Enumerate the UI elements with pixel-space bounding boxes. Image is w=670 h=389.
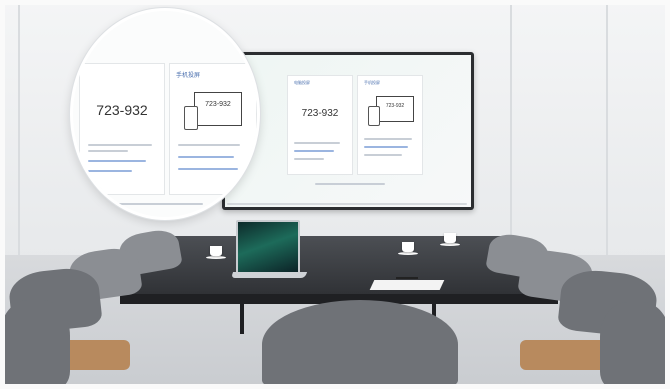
tv-phone-cast-card: 手机投屏 723-932	[357, 75, 423, 175]
chair-front	[262, 300, 458, 389]
phone-illustration	[368, 106, 380, 126]
tv-mini-display-illustration: 723-932	[376, 96, 414, 122]
wall-panel-seam	[18, 0, 20, 260]
notepad	[369, 280, 445, 290]
tv-pc-cast-code: 723-932	[301, 108, 339, 119]
display-bottom-bar	[227, 203, 467, 205]
zoom-pc-cast-card: 723-932	[79, 63, 165, 195]
chair	[600, 302, 670, 389]
coffee-cup	[402, 242, 414, 252]
zoom-mini-code: 723-932	[205, 101, 231, 108]
zoom-mini-display-illustration: 723-932	[194, 92, 242, 126]
zoom-pc-cast-code: 723-932	[96, 102, 148, 118]
wall-panel-seam	[510, 0, 512, 260]
wall-display: 电脑投屏 723-932 手机投屏 723-932	[222, 52, 474, 210]
tv-pc-cast-card: 电脑投屏 723-932	[287, 75, 353, 175]
display-screen: 电脑投屏 723-932 手机投屏 723-932	[225, 55, 471, 207]
laptop-screen	[236, 220, 300, 276]
chair	[0, 300, 70, 389]
meeting-room-photo: 电脑投屏 723-932 手机投屏 723-932 723-932 手机投屏 7…	[0, 0, 670, 389]
tv-phone-cast-title: 手机投屏	[364, 80, 380, 85]
coffee-cup	[210, 246, 222, 256]
table-leg	[240, 304, 244, 334]
tv-pc-cast-title: 电脑投屏	[294, 80, 310, 85]
coffee-cup	[444, 233, 456, 243]
tv-mini-code: 723-932	[385, 103, 405, 109]
magnifier-callout: 723-932 手机投屏 723-932	[70, 8, 260, 220]
pen	[396, 277, 418, 279]
zoom-phone-cast-title: 手机投屏	[176, 73, 201, 79]
zoom-phone-illustration	[184, 106, 198, 130]
zoom-phone-cast-card: 手机投屏 723-932	[169, 63, 257, 195]
wall-panel-seam	[606, 0, 608, 260]
laptop-base	[230, 272, 308, 278]
